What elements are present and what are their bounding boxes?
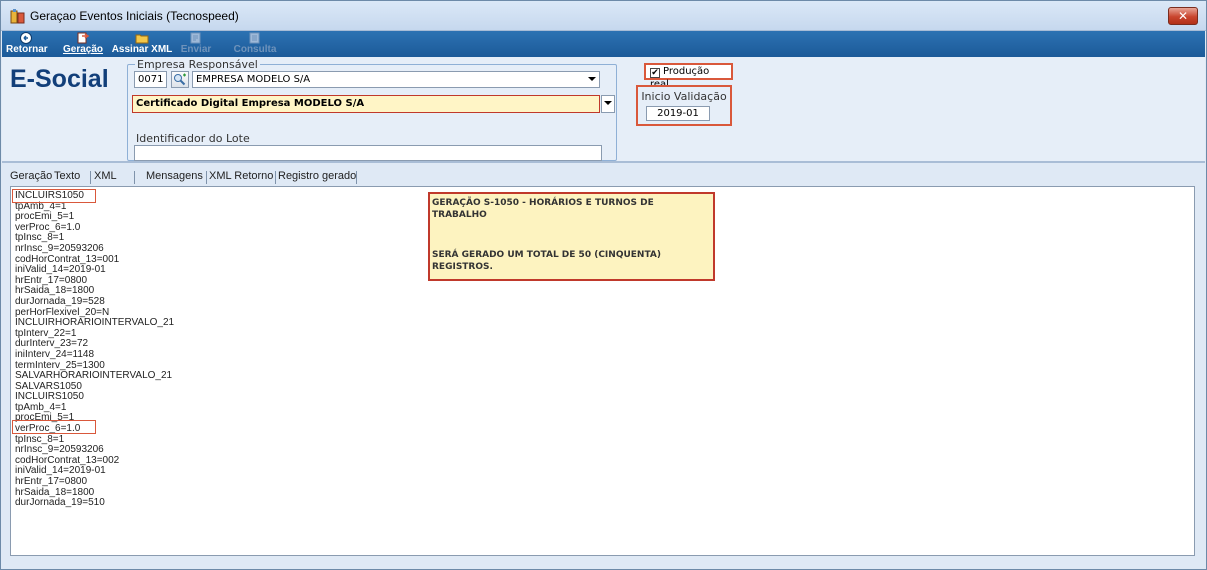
lote-label: Identificador do Lote bbox=[136, 132, 250, 145]
empresa-code-field[interactable]: 0071 bbox=[134, 71, 167, 88]
text-line: durJornada_19=510 bbox=[15, 497, 105, 509]
empresa-group: Empresa Responsável 0071 EMPRESA MODELO … bbox=[127, 58, 617, 161]
tab-separator bbox=[206, 171, 207, 184]
text-line: durJornada_19=528 bbox=[15, 295, 105, 307]
validacao-label: Inicio Validação bbox=[641, 90, 727, 103]
text-line: iniInterv_24=1148 bbox=[15, 348, 95, 360]
consulta-button[interactable]: Consulta bbox=[230, 32, 280, 56]
tab-mensagens[interactable]: Mensagens bbox=[146, 170, 203, 182]
chevron-down-icon bbox=[588, 77, 596, 81]
empresa-name: EMPRESA MODELO S/A bbox=[196, 74, 311, 85]
retornar-button[interactable]: Retornar bbox=[6, 32, 48, 56]
notice-line-1: GERAÇÃO S-1050 - HORÁRIOS E TURNOS DE TR… bbox=[432, 198, 654, 220]
tab-xml[interactable]: XML bbox=[94, 170, 117, 182]
search-icon bbox=[174, 73, 186, 86]
certificado-select[interactable]: Certificado Digital Empresa MODELO S/A bbox=[132, 95, 600, 113]
app-icon bbox=[10, 9, 25, 24]
certificado-name: Certificado Digital Empresa MODELO S/A bbox=[136, 98, 365, 109]
certificado-dropdown-button[interactable] bbox=[601, 95, 615, 113]
header-panel: E-Social Empresa Responsável 0071 EMPRES… bbox=[2, 57, 1205, 161]
folder-icon bbox=[135, 34, 149, 44]
back-arrow-icon bbox=[20, 32, 32, 44]
producao-real-checkbox[interactable]: ✔ Produção real bbox=[644, 63, 733, 90]
notice-line-2: SERÁ GERADO UM TOTAL DE 50 (CINQUENTA) R… bbox=[432, 250, 661, 272]
lookup-button[interactable] bbox=[171, 71, 189, 88]
enviar-button[interactable]: Enviar bbox=[176, 32, 216, 56]
geracao-button[interactable]: Geração bbox=[58, 32, 108, 56]
tab-separator bbox=[275, 171, 276, 184]
empresa-group-label: Empresa Responsável bbox=[135, 58, 260, 71]
title-bar: Geraçao Eventos Iniciais (Tecnospeed) ✕ bbox=[1, 1, 1206, 31]
validacao-group: Inicio Validação 2019-01 bbox=[636, 85, 732, 126]
empresa-select[interactable]: EMPRESA MODELO S/A bbox=[192, 71, 600, 88]
app-window: Geraçao Eventos Iniciais (Tecnospeed) ✕ … bbox=[0, 0, 1207, 570]
validacao-field[interactable]: 2019-01 bbox=[646, 106, 710, 121]
highlight-second-incluir bbox=[12, 420, 96, 434]
text-line: nrInsc_9=20593206 bbox=[15, 242, 104, 254]
tab-separator bbox=[356, 171, 357, 184]
assinar-xml-button[interactable]: Assinar XML bbox=[110, 32, 174, 56]
divider bbox=[2, 161, 1205, 163]
tab-separator bbox=[90, 171, 91, 184]
tab-separator bbox=[134, 171, 135, 184]
generate-icon bbox=[77, 32, 90, 44]
query-icon bbox=[249, 32, 260, 44]
texto-textarea[interactable]: INCLUIRS1050 tpAmb_4=1 procEmi_5=1 verProc_… bbox=[10, 186, 1195, 556]
highlight-first-incluir bbox=[12, 189, 96, 203]
text-lines: INCLUIRS1050 tpAmb_4=1 procEmi_5=1 verProc_… bbox=[15, 190, 174, 509]
close-button[interactable]: ✕ bbox=[1168, 7, 1198, 25]
tab-registro-gerado[interactable]: Registro gerado bbox=[278, 170, 356, 182]
toolbar: Retornar Geração Assinar XML Enviar Cons… bbox=[2, 31, 1205, 57]
chevron-down-icon bbox=[604, 101, 612, 105]
checkbox-checked-icon: ✔ bbox=[650, 68, 660, 78]
esocial-logo: E-Social bbox=[10, 65, 109, 93]
window-title: Geraçao Eventos Iniciais (Tecnospeed) bbox=[30, 9, 239, 23]
generation-notice: GERAÇÃO S-1050 - HORÁRIOS E TURNOS DE TR… bbox=[428, 192, 715, 281]
lote-field[interactable] bbox=[134, 145, 602, 161]
tab-texto[interactable]: Texto bbox=[54, 170, 80, 182]
tab-xml-retorno[interactable]: XML Retorno bbox=[209, 170, 273, 182]
tab-geracao[interactable]: Geração bbox=[10, 170, 52, 182]
status-strip bbox=[2, 559, 1205, 569]
send-icon bbox=[190, 32, 201, 44]
